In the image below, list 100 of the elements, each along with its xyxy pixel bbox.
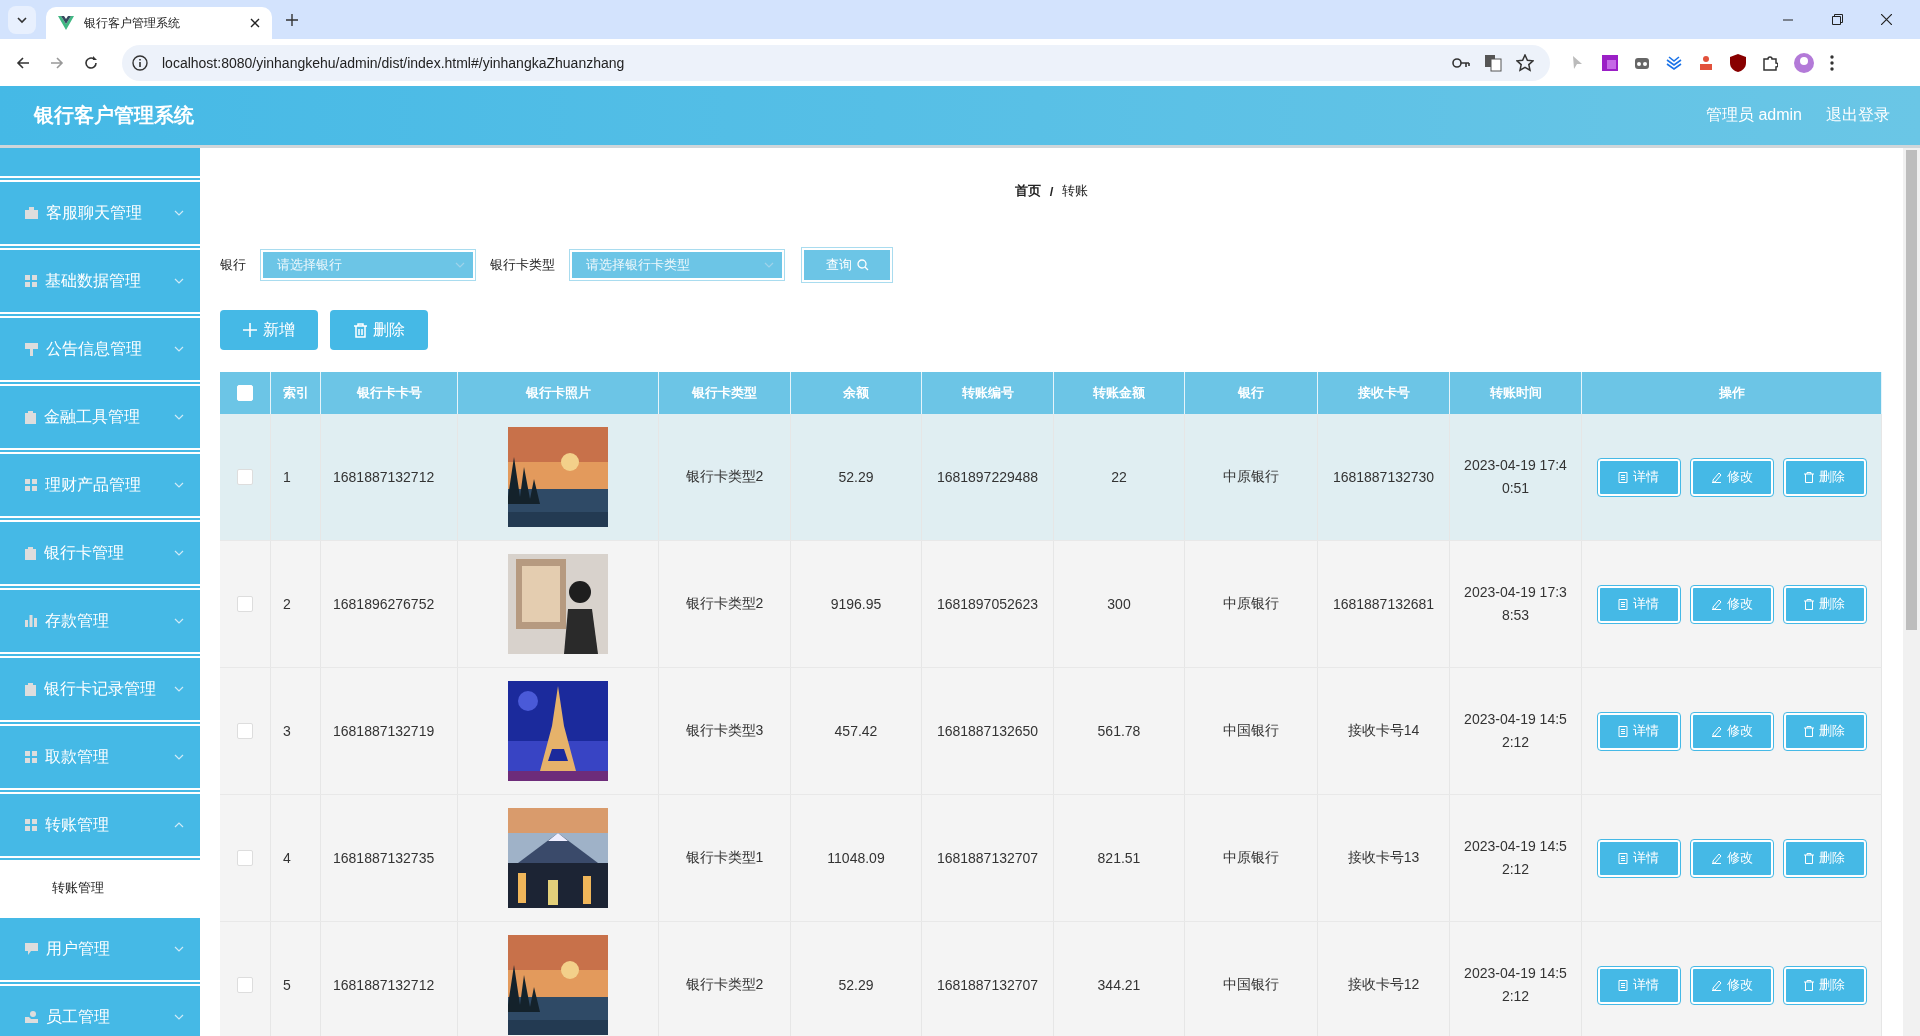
table-cell: 1681897229488 — [936, 469, 1039, 485]
details-button[interactable]: 详情 — [1597, 585, 1680, 623]
table-cell-text: 2023-04-19 14:52:12 — [1463, 837, 1568, 879]
shield-icon[interactable] — [1730, 53, 1746, 72]
delete-button[interactable]: 删除 — [1783, 966, 1866, 1004]
table-cell: 344.21 — [1097, 977, 1141, 993]
table-cell: 银行卡类型2 — [685, 595, 764, 613]
table-row[interactable]: 2 1681896276752 银行卡类型2 9196.95 1681897052623 300 中原银行 1681887132681 2023-04-19 17:38:53 详情 修改 删除 — [220, 541, 1882, 668]
menu-item[interactable]: 理财产品管理 — [0, 454, 200, 518]
chevron-icon — [455, 262, 465, 268]
column-header: 余额 — [843, 384, 869, 402]
back-icon[interactable] — [16, 55, 30, 70]
row-checkbox[interactable] — [237, 977, 253, 993]
clipboard-icon — [25, 682, 36, 696]
table-cell: 银行卡类型2 — [685, 976, 764, 994]
extension-icon[interactable] — [1698, 54, 1714, 71]
select-all-checkbox[interactable] — [237, 385, 253, 401]
table-cell: 中原银行 — [1223, 468, 1279, 486]
bar-chart-icon — [25, 615, 37, 627]
logout-link[interactable]: 退出登录 — [1826, 105, 1890, 126]
add-button[interactable]: 新增 — [220, 310, 318, 350]
select-field[interactable]: 请选择银行卡类型 — [569, 249, 785, 281]
table-cell-text: 2023-04-19 17:40:51 — [1463, 456, 1568, 498]
table-cell: 561.78 — [1097, 723, 1141, 739]
table-cell: 1681887132735 — [333, 850, 435, 866]
menu-item[interactable]: 基础数据管理 — [0, 250, 200, 314]
menu-item[interactable]: 用户管理 — [0, 918, 200, 982]
row-checkbox[interactable] — [237, 596, 253, 612]
forward-icon[interactable] — [50, 55, 64, 70]
breadcrumb-link[interactable]: 首页 — [1014, 182, 1041, 200]
row-checkbox[interactable] — [237, 469, 253, 485]
table-row[interactable]: 1 1681887132712 银行卡类型2 52.29 1681897229488 22 中原银行 1681887132730 2023-04-19 17:40:51 详情 修改 删除 — [220, 414, 1882, 541]
translate-icon[interactable] — [1484, 53, 1502, 72]
scrollbar[interactable] — [1903, 148, 1920, 1036]
edit-button[interactable]: 修改 — [1690, 712, 1773, 750]
column-header: 索引 — [282, 384, 309, 402]
table-row[interactable]: 3 1681887132719 银行卡类型3 457.42 1681887132650 561.78 中国银行 接收卡号14 2023-04-19 14:52:12 详情 修改 删除 — [220, 668, 1882, 795]
delete-button[interactable]: 删除 — [1783, 839, 1866, 877]
table-cell: 821.51 — [1097, 850, 1141, 866]
document-icon — [1618, 598, 1628, 610]
row-checkbox[interactable] — [237, 850, 253, 866]
breadcrumb-link[interactable]: 转账 — [1062, 182, 1089, 200]
close-icon[interactable] — [1881, 14, 1892, 25]
key-icon[interactable] — [1452, 56, 1470, 69]
table-cell: 1 — [283, 469, 291, 485]
delete-button[interactable]: 删除 — [330, 310, 428, 350]
reload-icon[interactable] — [84, 55, 98, 70]
menu-item[interactable]: 取款管理 — [0, 726, 200, 790]
extension-icon[interactable] — [1602, 54, 1618, 71]
close-icon[interactable] — [250, 18, 260, 28]
table-row[interactable]: 5 1681887132712 银行卡类型2 52.29 1681887132707 344.21 中国银行 接收卡号12 2023-04-19 14:52:12 详情 修改 删除 — [220, 922, 1882, 1036]
edit-button[interactable]: 修改 — [1690, 966, 1773, 1004]
chevron-icon — [174, 414, 184, 420]
browser-tab[interactable]: 银行客户管理系统 — [46, 7, 272, 39]
details-button[interactable]: 详情 — [1597, 458, 1680, 496]
menu-item[interactable]: 员工管理 — [0, 986, 200, 1036]
avatar-icon[interactable] — [1794, 52, 1814, 73]
details-button[interactable]: 详情 — [1597, 966, 1680, 1004]
edit-button[interactable]: 修改 — [1690, 839, 1773, 877]
trash-icon — [1804, 979, 1814, 991]
table-row[interactable]: 4 1681887132735 银行卡类型1 11048.09 1681887132707 821.51 中原银行 接收卡号13 2023-04-19 14:52:12 详情 修改 删除 — [220, 795, 1882, 922]
edit-button[interactable]: 修改 — [1690, 458, 1773, 496]
delete-button[interactable]: 删除 — [1783, 712, 1866, 750]
table-cell: 中原银行 — [1223, 595, 1279, 613]
menu-item[interactable]: 存款管理 — [0, 590, 200, 654]
signpost-icon — [25, 342, 38, 356]
details-button[interactable]: 详情 — [1597, 712, 1680, 750]
puzzle-icon[interactable] — [1762, 54, 1778, 71]
restore-icon[interactable] — [1832, 14, 1843, 25]
delete-button[interactable]: 删除 — [1783, 585, 1866, 623]
details-button[interactable]: 详情 — [1597, 839, 1680, 877]
delete-button[interactable]: 删除 — [1783, 458, 1866, 496]
star-icon[interactable] — [1516, 53, 1534, 72]
select-field[interactable]: 请选择银行 — [260, 249, 476, 281]
table-cell: 中国银行 — [1223, 976, 1279, 994]
chevron-icon — [174, 1014, 184, 1020]
briefcase-icon — [25, 207, 38, 219]
row-checkbox[interactable] — [237, 723, 253, 739]
document-icon — [1618, 852, 1628, 864]
tab-search-button[interactable] — [8, 5, 36, 34]
extension-icon[interactable] — [1666, 54, 1682, 71]
column-header: 银行卡卡号 — [356, 384, 422, 402]
address-field[interactable]: localhost:8080/yinhangkehu/admin/dist/index.html#/yinhangkaZhuanzhang — [122, 44, 1550, 81]
edit-button[interactable]: 修改 — [1690, 585, 1773, 623]
menu-item[interactable]: 银行卡管理 — [0, 522, 200, 586]
menu-item[interactable]: 公告信息管理 — [0, 318, 200, 382]
search-button[interactable]: 查询 — [801, 247, 893, 283]
document-icon — [1618, 725, 1628, 737]
new-tab-icon[interactable] — [286, 13, 298, 26]
chevron-icon — [174, 550, 184, 556]
menu-item[interactable]: 客服聊天管理 — [0, 182, 200, 246]
table-cell: 4 — [283, 850, 291, 866]
menu-item[interactable]: 银行卡记录管理 — [0, 658, 200, 722]
pencil-icon — [1710, 471, 1722, 483]
pencil-icon — [1710, 725, 1722, 737]
more-icon[interactable] — [1830, 54, 1834, 71]
menu-item[interactable]: 金融工具管理 — [0, 386, 200, 450]
chevron-icon — [174, 822, 184, 828]
table-cell: 1681887132707 — [936, 850, 1039, 866]
menu-item[interactable]: 转账管理 — [0, 794, 200, 858]
